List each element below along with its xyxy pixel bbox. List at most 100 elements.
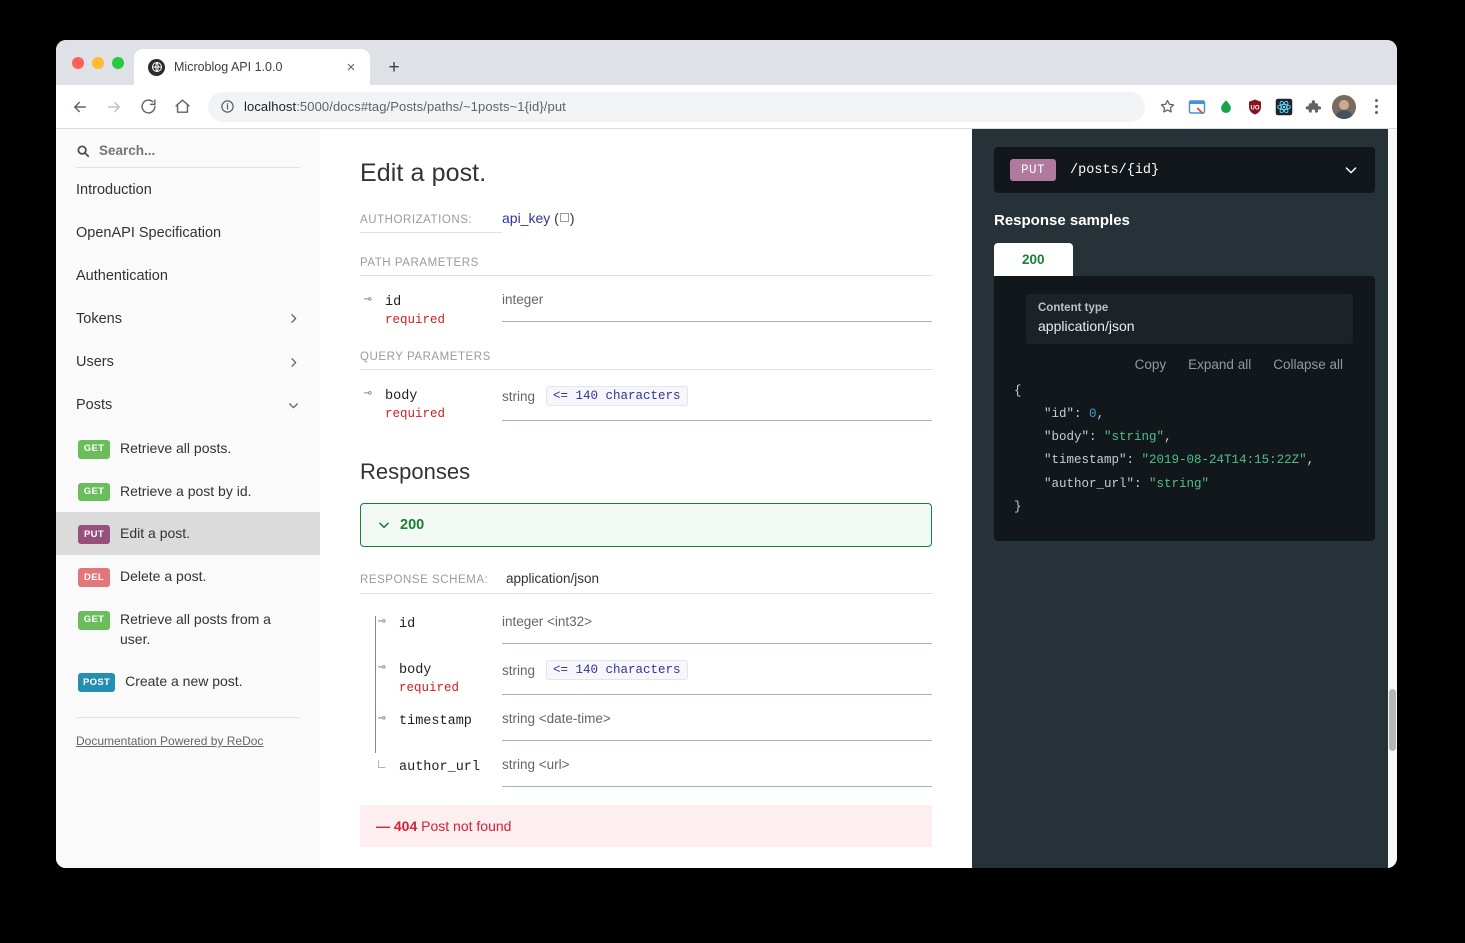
sidebar-operation-retrieve-all-posts[interactable]: GET Retrieve all posts. [56, 427, 320, 470]
endpoint-bar[interactable]: PUT /posts/{id} [994, 147, 1375, 193]
method-badge: POST [78, 673, 116, 693]
authorizations-value[interactable]: api_key () [502, 210, 575, 226]
method-badge: GET [78, 610, 110, 630]
bookmark-star-icon[interactable] [1153, 93, 1181, 121]
parameter-constraint-chip: <= 140 characters [546, 386, 688, 406]
browser-tab[interactable]: Microblog API 1.0.0 × [134, 49, 370, 85]
sidebar-operation-retrieve-post-by-id[interactable]: GET Retrieve a post by id. [56, 470, 320, 513]
url-path: :5000/docs#tag/Posts/paths/~1posts~1{id}… [296, 99, 566, 114]
sidebar-item-label: Authentication [76, 267, 168, 284]
schema-field-id: ⊸ id integer <int32> [370, 598, 932, 644]
error-status-code: 404 [393, 818, 418, 834]
address-bar[interactable]: localhost:5000/docs#tag/Posts/paths/~1po… [208, 91, 1145, 122]
sidebar-operation-create-a-new-post[interactable]: POST Create a new post. [56, 660, 320, 703]
page-scrollbar[interactable] [1388, 129, 1397, 868]
three-dot-menu-icon[interactable] [1365, 93, 1387, 121]
sidebar-operation-edit-a-post[interactable]: PUT Edit a post. [56, 512, 320, 556]
api-key-link[interactable]: api_key [502, 210, 550, 226]
react-devtools-icon[interactable] [1274, 97, 1294, 117]
maximize-window-button[interactable] [112, 56, 124, 69]
field-type: string <date-time> [502, 711, 611, 726]
site-info-icon[interactable] [220, 99, 235, 114]
sidebar-item-openapi-specification[interactable]: OpenAPI Specification [56, 211, 320, 254]
authorizations-label: AUTHORIZATIONS: [360, 214, 502, 233]
content-type-selector[interactable]: Content type application/json [1026, 294, 1353, 344]
sidebar-operation-delete-a-post[interactable]: DEL Delete a post. [56, 555, 320, 598]
minimize-window-button[interactable] [92, 56, 104, 69]
search-input[interactable] [99, 143, 300, 158]
reload-button[interactable] [132, 91, 164, 123]
json-comma: , [1096, 407, 1105, 422]
window-traffic-lights [68, 40, 134, 85]
operation-label: Delete a post. [120, 568, 207, 585]
response-schema-content-type: application/json [506, 571, 600, 586]
sidebar-item-tokens[interactable]: Tokens [56, 297, 320, 340]
response-schema-label: RESPONSE SCHEMA: [360, 574, 489, 586]
new-tab-button[interactable]: + [380, 53, 408, 81]
endpoint-method-badge: PUT [1010, 159, 1057, 181]
schema-field-author-url: ∟ author_url string <url> [370, 741, 932, 787]
operation-label: Retrieve a post by id. [120, 482, 252, 499]
responses-heading: Responses [360, 459, 471, 484]
method-badge: GET [78, 439, 110, 459]
sidebar-item-introduction[interactable]: Introduction [56, 168, 320, 211]
page-content: Introduction OpenAPI Specification Authe… [56, 129, 1397, 868]
powered-by-redoc-link[interactable]: Documentation Powered by ReDoc [76, 717, 300, 748]
json-close-brace: } [1014, 499, 1022, 514]
field-name: id [399, 617, 416, 632]
green-drop-icon[interactable] [1216, 97, 1236, 117]
home-button[interactable] [166, 91, 198, 123]
json-value: 0 [1089, 407, 1097, 422]
chevron-down-icon [377, 518, 391, 532]
search-box[interactable] [76, 143, 300, 168]
sidebar-operations-list: GET Retrieve all posts. GET Retrieve a p… [56, 427, 320, 703]
collapse-all-button[interactable]: Collapse all [1273, 357, 1343, 372]
browser-window: Microblog API 1.0.0 × + localhost:5000/d… [56, 40, 1397, 868]
operation-label: Retrieve all posts from a user. [120, 610, 271, 648]
ublock-origin-icon[interactable]: UO [1245, 97, 1265, 117]
sidebar-nav-list: Introduction OpenAPI Specification Authe… [56, 168, 320, 427]
parameter-name: body [385, 389, 418, 404]
field-name-column: ⊸ timestamp [370, 711, 502, 730]
sidebar-item-posts[interactable]: Posts [56, 384, 320, 427]
puzzle-extensions-icon[interactable] [1303, 97, 1323, 117]
window-extension-icon[interactable] [1187, 97, 1207, 117]
chevron-down-icon [287, 399, 300, 412]
search-icon [76, 144, 90, 158]
error-message: Post not found [421, 818, 512, 834]
expand-all-button[interactable]: Expand all [1188, 357, 1251, 372]
tree-branch-icon: ⊸ [378, 711, 386, 726]
close-window-button[interactable] [72, 56, 84, 69]
parameter-name-column: ⊸ id required [360, 292, 502, 327]
parameter-type: string [502, 388, 536, 404]
back-button[interactable] [64, 91, 96, 123]
response-200-toggle[interactable]: 200 [360, 503, 932, 547]
field-constraint-chip: <= 140 characters [546, 660, 688, 680]
parameter-required-flag: required [385, 407, 446, 421]
field-type-column: integer <int32> [502, 614, 932, 644]
sidebar-item-users[interactable]: Users [56, 341, 320, 384]
error-dash: — [376, 818, 390, 834]
method-badge: PUT [78, 525, 110, 545]
chevron-down-icon[interactable] [1343, 162, 1359, 178]
sidebar-item-authentication[interactable]: Authentication [56, 254, 320, 297]
response-404-row[interactable]: — 404 Post not found [360, 805, 932, 847]
parameter-required-flag: required [385, 313, 446, 327]
method-badge: DEL [78, 568, 110, 587]
user-avatar[interactable] [1332, 94, 1356, 119]
sidebar-operation-retrieve-all-posts-from-user[interactable]: GET Retrieve all posts from a user. [56, 598, 320, 661]
field-name-column: ∟ author_url [370, 757, 502, 776]
response-schema-header: RESPONSE SCHEMA: application/json [360, 571, 932, 594]
json-key: "id" [1044, 407, 1075, 422]
copy-button[interactable]: Copy [1135, 357, 1167, 372]
tab-status-200[interactable]: 200 [994, 243, 1073, 276]
tree-branch-icon: ⊸ [364, 292, 372, 307]
scrollbar-thumb[interactable] [1389, 689, 1396, 751]
field-type-column: string <= 140 characters [502, 660, 932, 695]
json-key: "timestamp" [1044, 453, 1127, 468]
sidebar-item-label: OpenAPI Specification [76, 224, 222, 241]
code-actions: Copy Expand all Collapse all [1008, 344, 1361, 380]
forward-button[interactable] [98, 91, 130, 123]
close-tab-button[interactable]: × [342, 58, 360, 76]
json-value: "2019-08-24T14:15:22Z" [1141, 453, 1307, 468]
